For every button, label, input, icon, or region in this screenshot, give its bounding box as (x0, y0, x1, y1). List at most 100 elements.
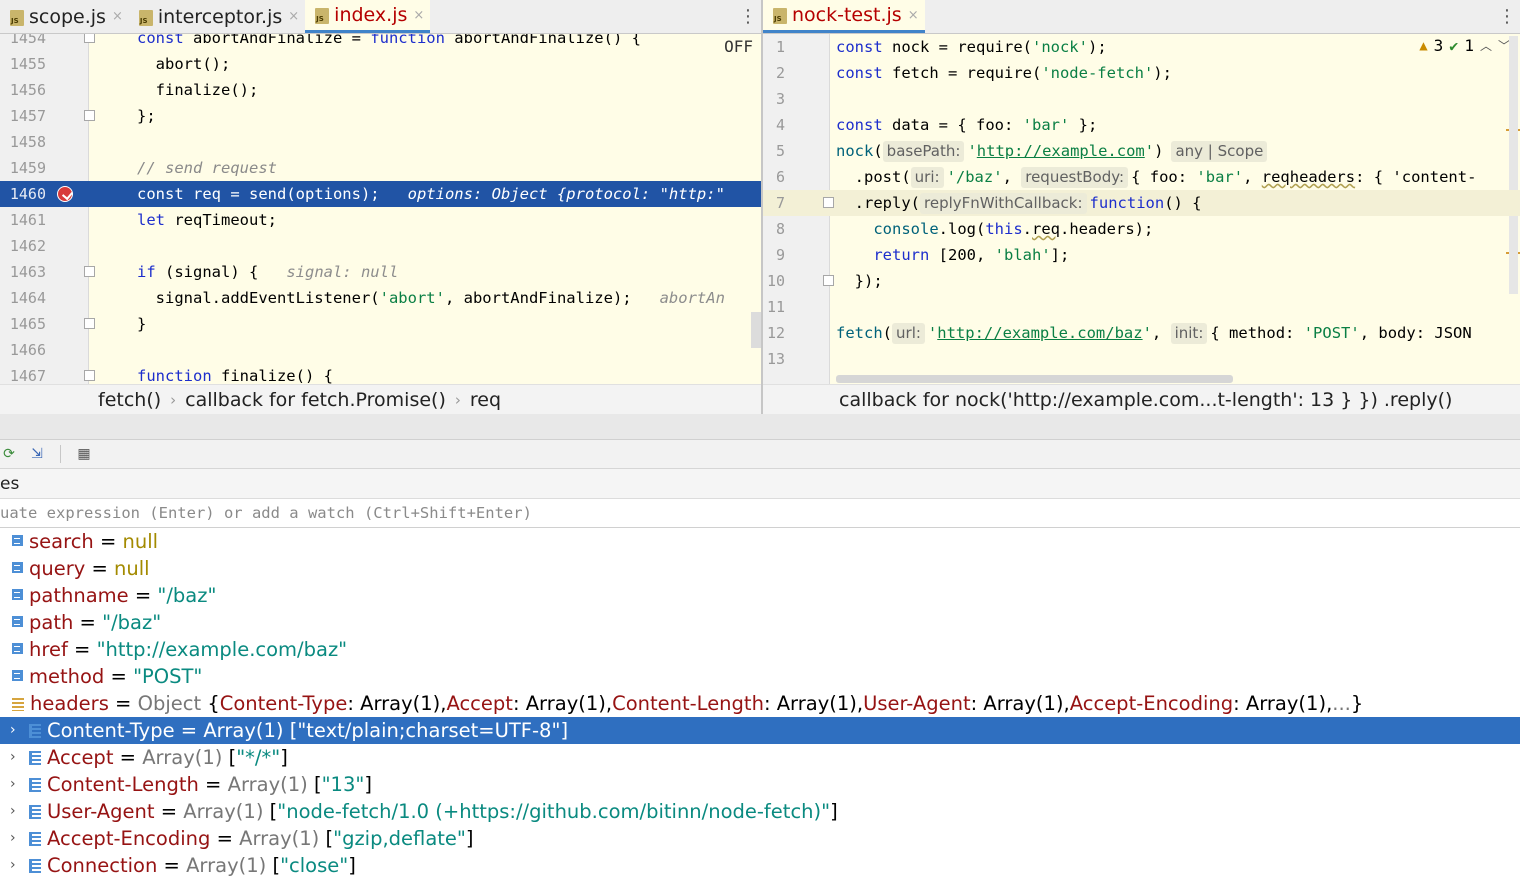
code-line[interactable]: 3 (763, 86, 1520, 112)
fold-marker-icon[interactable] (84, 110, 95, 121)
expand-chevron-icon[interactable]: › (10, 771, 16, 798)
header-entry-row[interactable]: › Content-Type = Array(1) ["text/plain;ch… (0, 717, 1520, 744)
breadcrumb-item[interactable]: fetch() (98, 389, 161, 411)
code-line[interactable]: 1454 const abortAndFinalize = function ab… (0, 34, 761, 51)
header-entry-row[interactable]: › Accept-Encoding = Array(1) ["gzip,defla… (0, 825, 1520, 852)
summary-value: Array(1) (776, 692, 857, 715)
fold-marker-icon[interactable] (84, 370, 95, 381)
code-line[interactable]: 8 console.log(this.req.headers); (763, 216, 1520, 242)
type-hint: any | Scope (1171, 141, 1268, 162)
expand-chevron-icon[interactable]: › (10, 825, 16, 852)
close-bracket: ] (830, 800, 838, 823)
code-line[interactable]: 7 .reply(replyFnWithCallback: function() … (763, 190, 1520, 216)
code-line[interactable]: 1464 signal.addEventListener('abort', ab… (0, 285, 761, 311)
variables-panel-title: es (0, 469, 1520, 499)
parameter-hint: url: (892, 323, 925, 344)
variable-row[interactable]: search = null (0, 528, 1520, 555)
headers-object-row[interactable]: headers = Object {Content-Type: Array(1)… (0, 690, 1520, 717)
right-code-editor[interactable]: ▲ 3 ✔ 1 ︿ ﹀ 1 const nock = require('nock'… (763, 34, 1520, 384)
close-icon[interactable]: × (112, 9, 123, 24)
left-tab-0[interactable]: JS scope.js × (0, 0, 129, 33)
expand-chevron-icon[interactable]: › (10, 798, 16, 825)
breadcrumb-item[interactable]: callback for fetch.Promise() (185, 389, 446, 411)
line-number: 2 (775, 64, 785, 82)
variables-tree[interactable]: search = null query = null pathname = "/ba… (0, 528, 1520, 890)
code-line[interactable]: 13 (763, 346, 1520, 372)
code-line[interactable]: 11 (763, 294, 1520, 320)
variable-value: null (122, 530, 159, 553)
code-line[interactable]: 1455 abort(); (0, 51, 761, 77)
code-line[interactable]: 1459 // send request (0, 155, 761, 181)
fold-marker-icon[interactable] (84, 34, 95, 43)
breadcrumb-item[interactable]: req (470, 389, 501, 411)
code-line[interactable]: 2 const fetch = require('node-fetch'); (763, 60, 1520, 86)
variable-row[interactable]: method = "POST" (0, 663, 1520, 690)
header-entry-row[interactable]: › Connection = Array(1) ["close"] (0, 852, 1520, 879)
variable-row[interactable]: href = "http://example.com/baz" (0, 636, 1520, 663)
code-line[interactable]: 1456 finalize(); (0, 77, 761, 103)
code-line[interactable]: 1462 (0, 233, 761, 259)
expand-chevron-icon[interactable]: › (10, 744, 16, 771)
execution-point-line[interactable]: 1460 const req = send(options); options: … (0, 181, 761, 207)
left-code-editor[interactable]: OFF 1454 const abortAndFinalize = functio… (0, 34, 761, 384)
fold-marker-icon[interactable] (84, 266, 95, 277)
summary-key: Content-Type (219, 692, 348, 715)
code-line[interactable]: 1 const nock = require('nock'); (763, 34, 1520, 60)
variable-value: "close" (280, 854, 349, 877)
header-entry-row[interactable]: › Accept = Array(1) ["*/*"] (0, 744, 1520, 771)
breadcrumb-item[interactable]: callback for nock('http://example.com...… (839, 389, 1452, 411)
right-editor-horizontal-scrollbar[interactable] (836, 375, 1233, 383)
code-line[interactable]: 1467 function finalize() { (0, 363, 761, 384)
code-line[interactable]: 1457}; (0, 103, 761, 129)
code-line[interactable]: 1463 if (signal) { signal: null (0, 259, 761, 285)
tab-label: nock-test.js (792, 4, 902, 26)
code-line[interactable]: 1461 let reqTimeout; (0, 207, 761, 233)
left-tab-2[interactable]: JS index.js × (305, 0, 431, 33)
code-line[interactable]: 5 nock(basePath:'http://example.com') any … (763, 138, 1520, 164)
js-file-icon: JS (315, 8, 330, 24)
fold-marker-icon[interactable] (823, 275, 834, 286)
line-number: 1454 (9, 34, 46, 47)
equals-sign: = (93, 530, 123, 553)
code-line[interactable]: 1465} (0, 311, 761, 337)
code-line[interactable]: 6 .post(uri: '/baz', requestBody:{ foo: '… (763, 164, 1520, 190)
tool-window-header (0, 414, 1520, 440)
variable-row[interactable]: query = null (0, 555, 1520, 582)
header-entry-row[interactable]: › User-Agent = Array(1) ["node-fetch/1.0 … (0, 798, 1520, 825)
variable-row[interactable]: path = "/baz" (0, 609, 1520, 636)
step-into-icon[interactable]: ⇲ (28, 445, 46, 463)
variable-name: Accept (47, 746, 114, 769)
value-type: Array(1) (186, 854, 267, 877)
primitive-value-icon (12, 562, 23, 573)
parameter-hint: uri: (910, 167, 944, 188)
table-view-icon[interactable]: ▦ (75, 445, 93, 463)
code-line[interactable]: 1466 (0, 337, 761, 363)
header-entry-row[interactable]: › Content-Length = Array(1) ["13"] (0, 771, 1520, 798)
evaluate-expression-input[interactable] (0, 499, 1520, 528)
left-tab-1[interactable]: JS interceptor.js × (129, 0, 305, 33)
fold-marker-icon[interactable] (823, 197, 834, 208)
right-tab-0[interactable]: JS nock-test.js × (763, 0, 925, 33)
right-breadcrumbs: callback for nock('http://example.com...… (763, 384, 1520, 414)
code-line[interactable]: 1458 (0, 129, 761, 155)
expand-chevron-icon[interactable]: › (10, 852, 16, 879)
resume-frame-icon[interactable]: ⟳ (0, 445, 18, 463)
close-icon[interactable]: × (413, 8, 424, 23)
code-line[interactable]: 9 return [200, 'blah']; (763, 242, 1520, 268)
colon: : (512, 692, 526, 715)
code-line[interactable]: 4 const data = { foo: 'bar' }; (763, 112, 1520, 138)
code-line[interactable]: 10 }); (763, 268, 1520, 294)
code-line[interactable]: 12 fetch(url:'http://example.com/baz', in… (763, 320, 1520, 346)
close-icon[interactable]: × (288, 9, 299, 24)
variable-value: "*/*" (236, 746, 281, 769)
variable-row[interactable]: pathname = "/baz" (0, 582, 1520, 609)
variable-name: query (29, 557, 86, 580)
breakpoint-icon[interactable] (57, 186, 73, 202)
left-tabs-more-icon[interactable]: ⋮ (735, 0, 761, 33)
code-text: .reply(replyFnWithCallback: function() { (836, 193, 1202, 214)
line-number: 6 (775, 168, 785, 186)
expand-chevron-icon[interactable]: › (10, 717, 16, 744)
close-icon[interactable]: × (908, 8, 919, 23)
right-tabs-more-icon[interactable]: ⋮ (1494, 0, 1520, 33)
fold-marker-icon[interactable] (84, 318, 95, 329)
